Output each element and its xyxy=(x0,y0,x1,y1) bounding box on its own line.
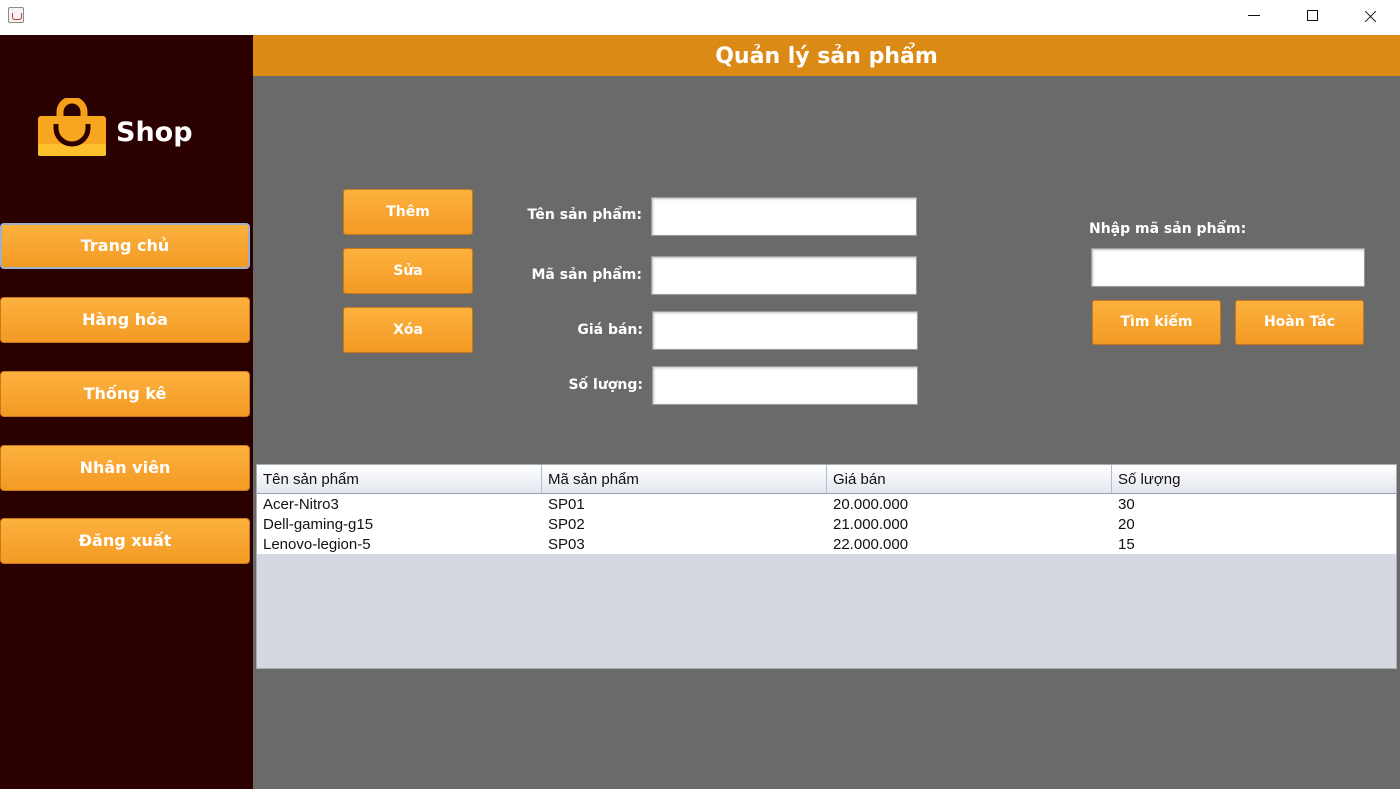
sidebar-item-logout[interactable]: Đăng xuất xyxy=(0,518,250,564)
logo-text: Shop xyxy=(116,117,193,148)
sidebar: Shop Trang chủ Hàng hóa Thống kê Nhân vi… xyxy=(0,35,253,789)
table-cell: Lenovo-legion-5 xyxy=(263,536,371,553)
product-code-label: Mã sản phẩm: xyxy=(531,267,643,283)
table-cell: SP03 xyxy=(548,536,585,553)
maximize-icon[interactable] xyxy=(1284,0,1342,32)
edit-button[interactable]: Sửa xyxy=(343,248,473,294)
sidebar-item-statistics[interactable]: Thống kê xyxy=(0,371,250,417)
table-cell: Acer-Nitro3 xyxy=(263,496,339,513)
quantity-label: Số lượng: xyxy=(568,377,643,393)
quantity-field[interactable] xyxy=(652,366,918,405)
column-header-price[interactable]: Giá bán xyxy=(827,465,1112,493)
search-label: Nhập mã sản phẩm: xyxy=(1089,221,1247,237)
price-label: Giá bán: xyxy=(577,322,643,338)
column-header-code[interactable]: Mã sản phẩm xyxy=(542,465,827,493)
column-header-name[interactable]: Tên sản phẩm xyxy=(257,465,542,493)
table-cell: 20.000.000 xyxy=(833,496,909,513)
table-row[interactable]: Lenovo-legion-5 SP03 22.000.000 15 xyxy=(257,534,1396,554)
table-cell: SP01 xyxy=(548,496,585,513)
table-body: Acer-Nitro3 SP01 20.000.000 30 Dell-gami… xyxy=(257,494,1396,554)
add-button[interactable]: Thêm xyxy=(343,189,473,235)
table-row[interactable]: Acer-Nitro3 SP01 20.000.000 30 xyxy=(257,494,1396,514)
delete-button[interactable]: Xóa xyxy=(343,307,473,353)
product-code-field[interactable] xyxy=(651,256,917,295)
undo-button[interactable]: Hoàn Tác xyxy=(1235,300,1364,345)
table-cell: Dell-gaming-g15 xyxy=(263,516,374,533)
table-cell: SP02 xyxy=(548,516,585,533)
shopping-bag-icon xyxy=(38,98,106,156)
sidebar-item-home[interactable]: Trang chủ xyxy=(0,223,250,269)
table-row[interactable]: Dell-gaming-g15 SP02 21.000.000 20 xyxy=(257,514,1396,534)
table-cell: 15 xyxy=(1118,536,1135,553)
window-title-bar xyxy=(0,0,1400,35)
page-title: Quản lý sản phẩm xyxy=(253,35,1400,76)
price-field[interactable] xyxy=(652,311,918,350)
table-cell: 22.000.000 xyxy=(833,536,909,553)
minimize-icon[interactable] xyxy=(1226,0,1284,32)
product-table[interactable]: Tên sản phẩm Mã sản phẩm Giá bán Số lượn… xyxy=(256,464,1397,669)
java-cup-icon xyxy=(8,7,24,23)
column-header-quantity[interactable]: Số lượng xyxy=(1112,465,1396,493)
table-cell: 21.000.000 xyxy=(833,516,909,533)
table-cell: 30 xyxy=(1118,496,1135,513)
product-name-field[interactable] xyxy=(651,197,917,236)
search-button[interactable]: Tìm kiếm xyxy=(1092,300,1221,345)
product-name-label: Tên sản phẩm: xyxy=(527,207,642,223)
table-cell: 20 xyxy=(1118,516,1135,533)
search-input[interactable] xyxy=(1091,248,1365,287)
table-header: Tên sản phẩm Mã sản phẩm Giá bán Số lượn… xyxy=(257,465,1396,494)
sidebar-item-goods[interactable]: Hàng hóa xyxy=(0,297,250,343)
close-icon[interactable] xyxy=(1342,0,1400,32)
sidebar-item-employees[interactable]: Nhân viên xyxy=(0,445,250,491)
